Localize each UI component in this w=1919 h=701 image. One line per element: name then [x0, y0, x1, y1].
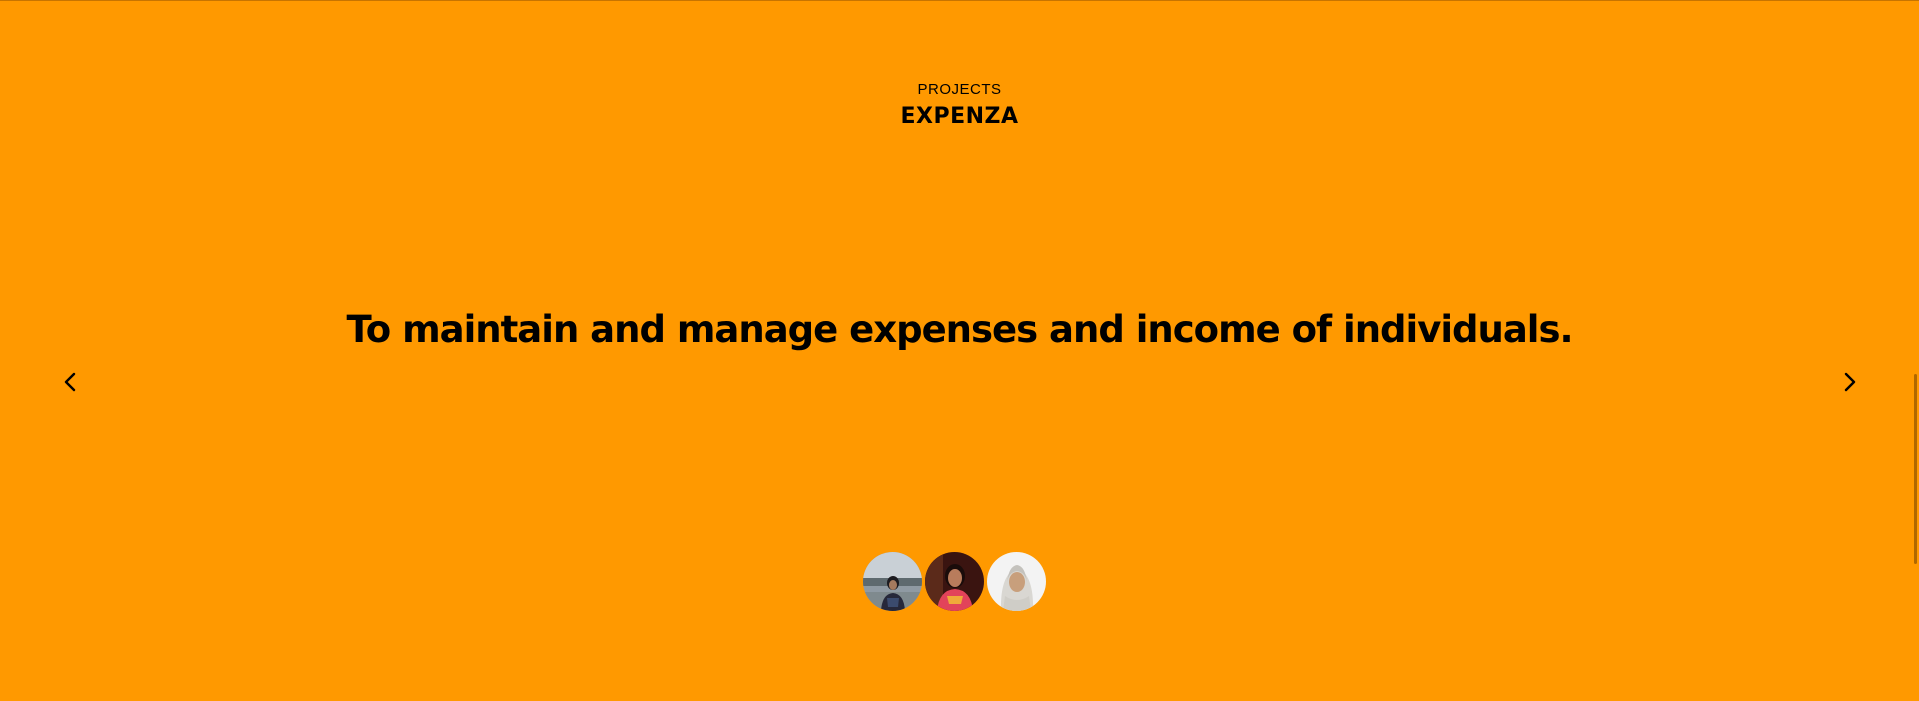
next-slide-button[interactable] [1837, 367, 1863, 397]
avatar[interactable] [986, 551, 1047, 612]
top-divider [0, 0, 1919, 1]
page-scrollbar[interactable] [1912, 0, 1919, 701]
avatar[interactable] [862, 551, 923, 612]
team-member-photo-1 [863, 552, 922, 611]
team-member-photo-2 [925, 552, 984, 611]
section-header: PROJECTS EXPENZA [0, 80, 1919, 130]
scrollbar-thumb[interactable] [1914, 374, 1917, 564]
team-member-photo-3 [987, 552, 1046, 611]
project-title: EXPENZA [900, 104, 1019, 129]
team-avatars [862, 551, 1048, 612]
chevron-left-icon [64, 372, 76, 392]
chevron-right-icon [1844, 372, 1856, 392]
previous-slide-button[interactable] [57, 367, 83, 397]
project-slide-page: PROJECTS EXPENZA To maintain and manage … [0, 0, 1919, 701]
section-eyebrow: PROJECTS [917, 81, 1002, 98]
avatar[interactable] [924, 551, 985, 612]
project-tagline: To maintain and manage expenses and inco… [346, 308, 1573, 351]
